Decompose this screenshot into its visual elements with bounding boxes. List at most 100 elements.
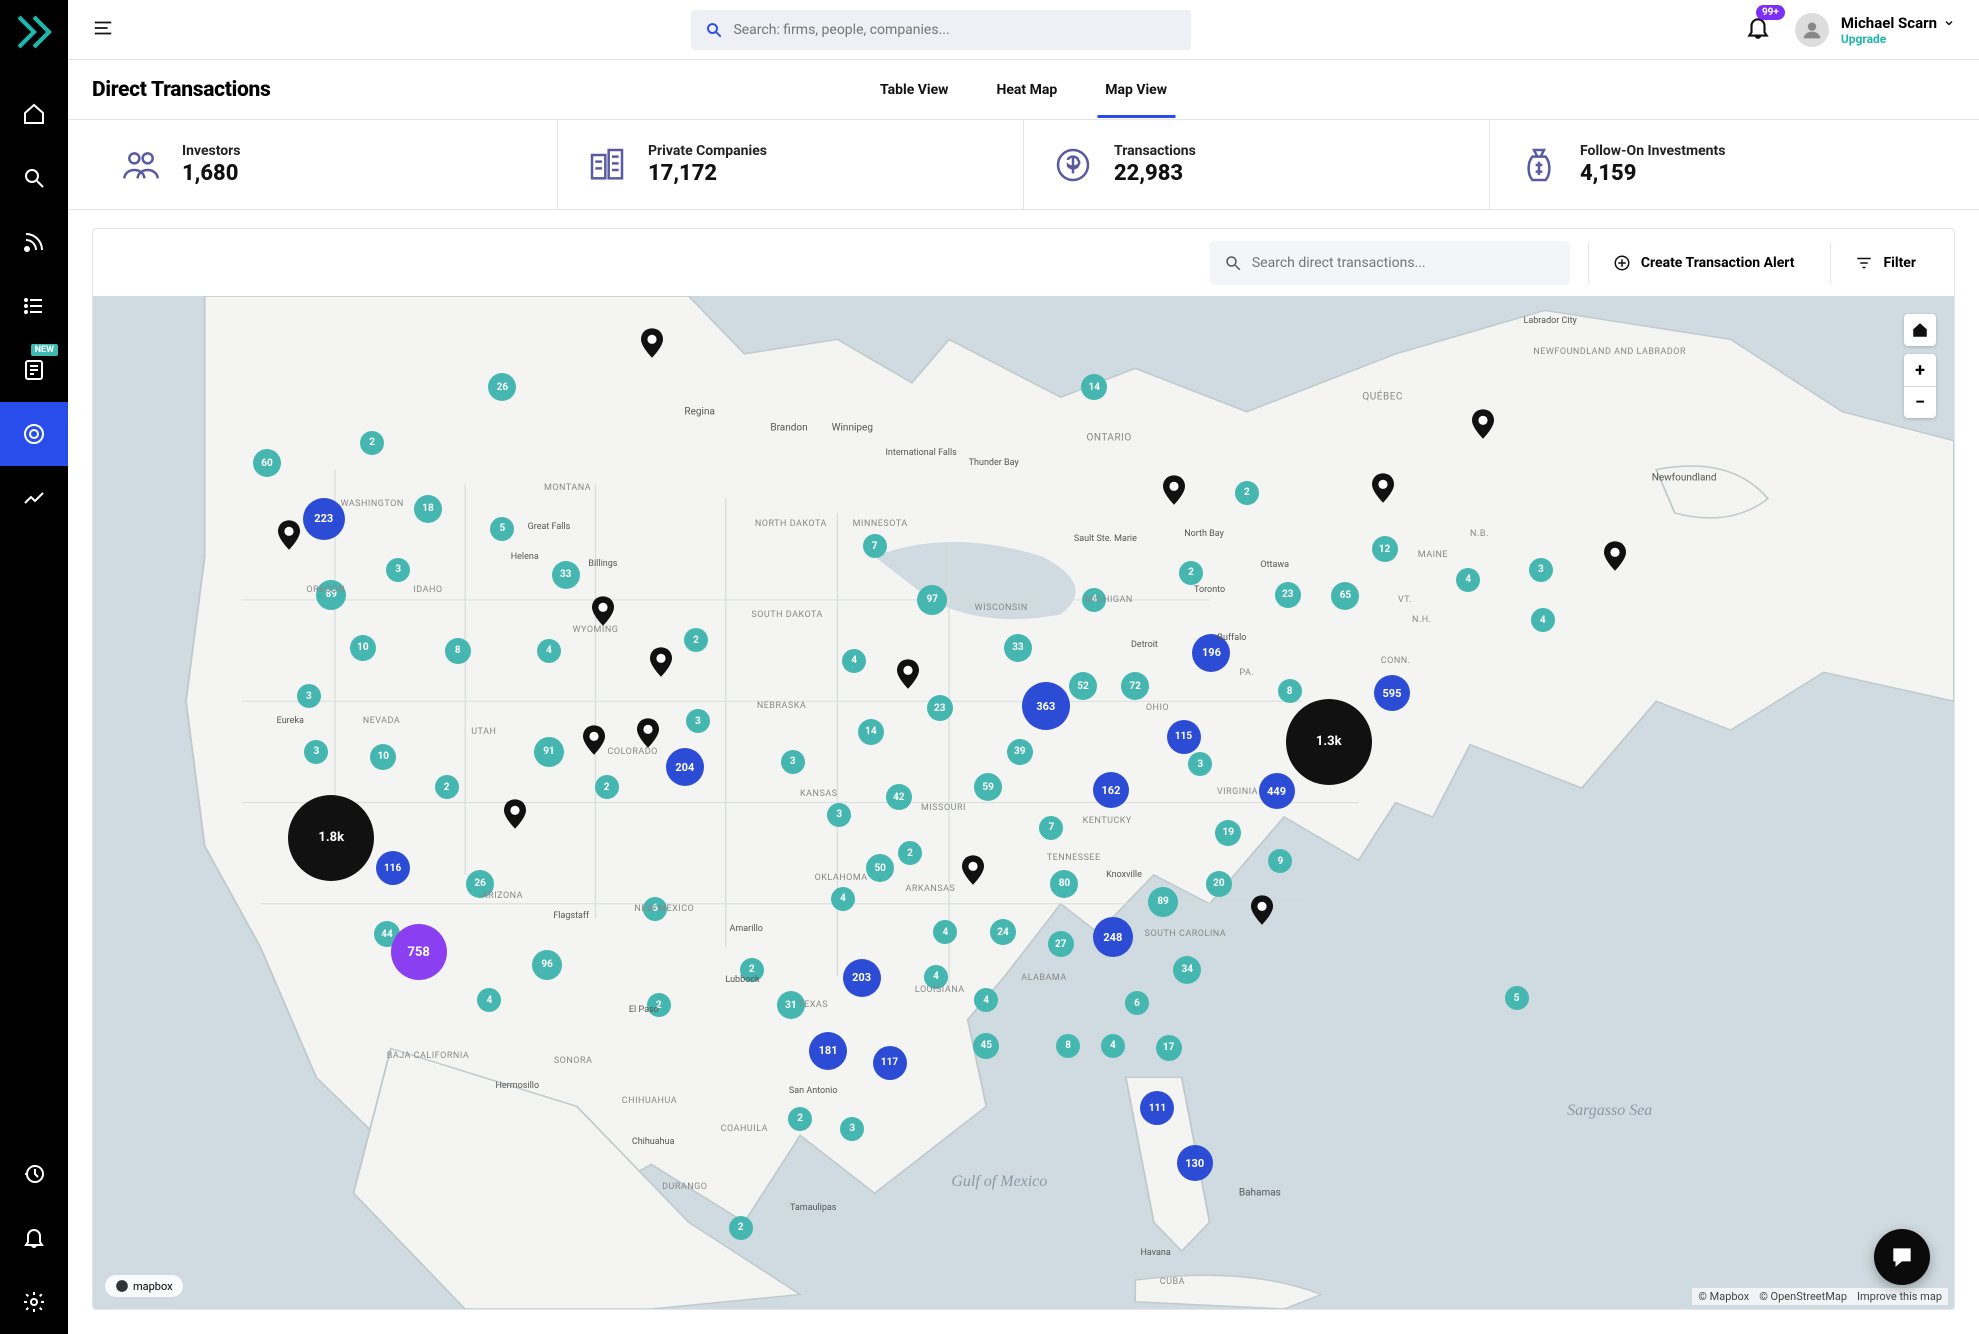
nav-transactions[interactable] [0, 402, 68, 466]
user-menu[interactable]: Michael Scarn Upgrade [1795, 13, 1955, 47]
map-cluster[interactable]: 196 [1192, 634, 1230, 672]
map-cluster[interactable]: 8 [445, 638, 471, 664]
map-pin[interactable] [641, 328, 663, 362]
map-cluster[interactable]: 3 [1188, 752, 1212, 776]
nav-alerts[interactable] [0, 1206, 68, 1270]
zoom-in-button[interactable]: + [1904, 354, 1936, 386]
map-cluster[interactable]: 449 [1259, 773, 1295, 809]
map-cluster[interactable]: 3 [827, 803, 851, 827]
map-cluster[interactable]: 4 [933, 920, 957, 944]
attr-improve[interactable]: Improve this map [1857, 1290, 1942, 1303]
map-cluster[interactable]: 2 [1179, 561, 1203, 585]
map-cluster[interactable]: 14 [1081, 374, 1107, 400]
global-search[interactable] [691, 10, 1191, 50]
map-cluster[interactable]: 31 [777, 991, 805, 1019]
map-cluster[interactable]: 4 [477, 988, 501, 1012]
map-cluster[interactable]: 3 [297, 684, 321, 708]
map-cluster[interactable]: 117 [873, 1046, 907, 1080]
map-cluster[interactable]: 4 [1531, 608, 1555, 632]
upgrade-link[interactable]: Upgrade [1841, 32, 1955, 46]
tab-table-view[interactable]: Table View [880, 62, 948, 118]
global-search-input[interactable] [733, 22, 1177, 38]
map-cluster[interactable]: 181 [809, 1032, 847, 1070]
map-cluster[interactable]: 223 [303, 498, 345, 540]
map-cluster[interactable]: 65 [1331, 582, 1359, 610]
notifications-button[interactable]: 99+ [1745, 15, 1771, 45]
map-pin[interactable] [504, 799, 526, 833]
filter-button[interactable]: Filter [1830, 241, 1934, 285]
nav-reports[interactable]: NEW [0, 338, 68, 402]
map-cluster[interactable]: 10 [350, 635, 376, 661]
map-cluster[interactable]: 758 [391, 924, 447, 980]
create-transaction-alert-button[interactable]: Create Transaction Alert [1588, 241, 1813, 285]
map-cluster[interactable]: 130 [1177, 1145, 1213, 1181]
map-cluster[interactable]: 8 [1278, 679, 1302, 703]
map-pin[interactable] [650, 647, 672, 681]
map-pin[interactable] [1604, 541, 1626, 575]
nav-lists[interactable] [0, 274, 68, 338]
map-cluster[interactable]: 595 [1374, 675, 1410, 711]
map-cluster[interactable]: 59 [974, 773, 1002, 801]
map-cluster[interactable]: 4 [842, 649, 866, 673]
map-cluster[interactable]: 4 [1456, 568, 1480, 592]
map-cluster[interactable]: 23 [927, 695, 953, 721]
map-pin[interactable] [583, 725, 605, 759]
nav-feed[interactable] [0, 210, 68, 274]
map-cluster[interactable]: 8 [1056, 1034, 1080, 1058]
map-cluster[interactable]: 6 [1125, 991, 1149, 1015]
map-cluster[interactable]: 203 [843, 959, 881, 997]
map-cluster[interactable]: 89 [1148, 887, 1178, 917]
map-cluster[interactable]: 2 [1235, 481, 1259, 505]
hamburger-icon[interactable] [92, 17, 114, 43]
map-cluster[interactable]: 116 [376, 851, 410, 885]
map-cluster[interactable]: 39 [1007, 739, 1033, 765]
map-cluster[interactable]: 24 [990, 919, 1016, 945]
map-pin[interactable] [1163, 475, 1185, 509]
map-cluster[interactable]: 3 [781, 750, 805, 774]
map-cluster[interactable]: 248 [1093, 917, 1133, 957]
map-search[interactable] [1210, 241, 1570, 285]
map-pin[interactable] [278, 520, 300, 554]
map-cluster[interactable]: 26 [488, 373, 516, 401]
map-cluster[interactable]: 97 [917, 585, 947, 615]
map-cluster[interactable]: 2 [898, 841, 922, 865]
map-cluster[interactable]: 12 [1372, 536, 1398, 562]
map-cluster[interactable]: 1.8k [288, 795, 374, 881]
map-cluster[interactable]: 7 [863, 534, 887, 558]
nav-history[interactable] [0, 1142, 68, 1206]
map-cluster[interactable]: 60 [253, 449, 281, 477]
map-pin[interactable] [897, 659, 919, 693]
map-cluster[interactable]: 5 [1505, 986, 1529, 1010]
map-cluster[interactable]: 3 [304, 740, 328, 764]
nav-search[interactable] [0, 146, 68, 210]
map-cluster[interactable]: 89 [316, 580, 346, 610]
map-cluster[interactable]: 18 [414, 495, 442, 523]
map-cluster[interactable]: 3 [686, 709, 710, 733]
map-cluster[interactable]: 33 [1004, 634, 1032, 662]
map-cluster[interactable]: 4 [924, 965, 948, 989]
map-cluster[interactable]: 14 [858, 719, 884, 745]
map-cluster[interactable]: 204 [666, 748, 704, 786]
map-cluster[interactable]: 6 [643, 897, 667, 921]
map-cluster[interactable]: 2 [595, 775, 619, 799]
map-cluster[interactable]: 111 [1140, 1091, 1174, 1125]
map-cluster[interactable]: 9 [1268, 849, 1292, 873]
map-cluster[interactable]: 80 [1050, 870, 1078, 898]
tab-map-view[interactable]: Map View [1105, 62, 1167, 118]
map-cluster[interactable]: 1.3k [1286, 699, 1372, 785]
map-cluster[interactable]: 4 [1101, 1034, 1125, 1058]
map-pin[interactable] [637, 718, 659, 752]
map-cluster[interactable]: 2 [729, 1216, 753, 1240]
app-logo[interactable] [14, 12, 54, 52]
map-cluster[interactable]: 10 [370, 744, 396, 770]
nav-home[interactable] [0, 82, 68, 146]
map-cluster[interactable]: 2 [788, 1107, 812, 1131]
map-cluster[interactable]: 7 [1039, 816, 1063, 840]
map-cluster[interactable]: 23 [1275, 582, 1301, 608]
map-cluster[interactable]: 3 [1529, 558, 1553, 582]
map-cluster[interactable]: 2 [684, 628, 708, 652]
map-cluster[interactable]: 4 [831, 887, 855, 911]
map-reset-button[interactable] [1904, 314, 1936, 346]
map-cluster[interactable]: 27 [1048, 931, 1074, 957]
nav-trends[interactable] [0, 466, 68, 530]
